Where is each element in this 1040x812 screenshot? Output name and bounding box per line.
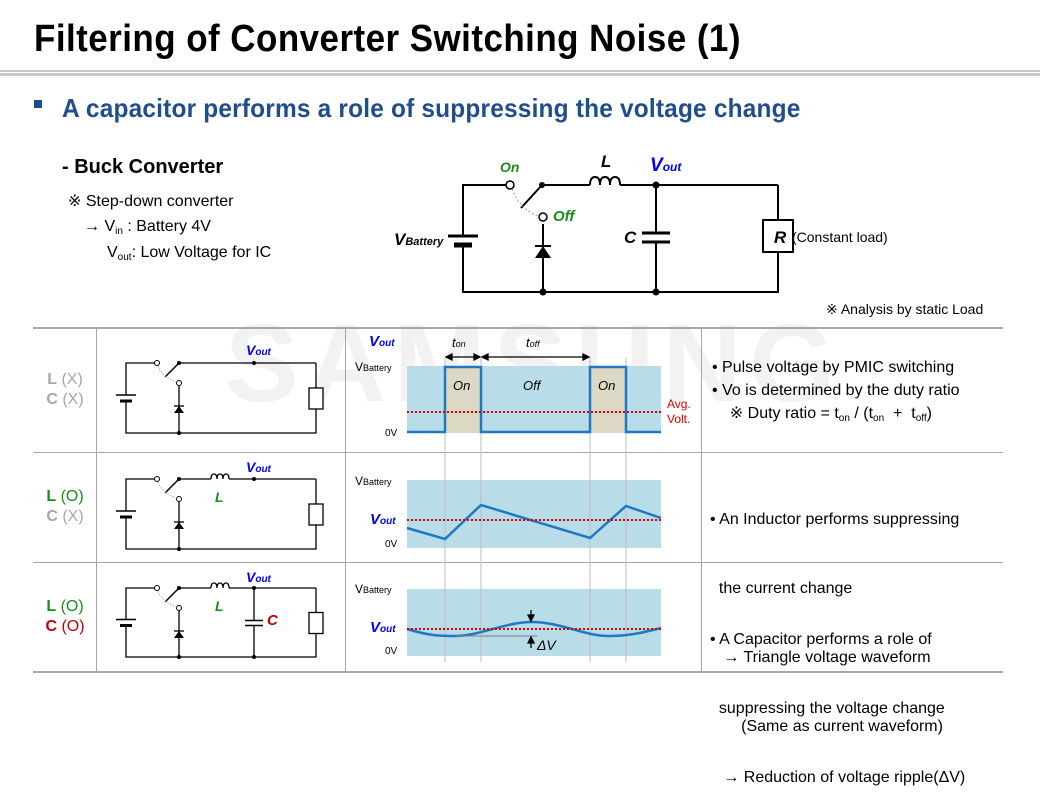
row2-zero-label: 0V: [385, 539, 398, 550]
volt-label: Volt.: [667, 412, 691, 426]
row3-description: • A Capacitor performs a role of suppres…: [710, 582, 965, 812]
row1-vbat-sub: Battery: [363, 363, 392, 373]
row3-wave-vout-sub: out: [380, 624, 396, 635]
duty-sub-on: on: [838, 413, 850, 424]
t-on-sub: on: [455, 339, 466, 349]
row1-vbat-v: V: [355, 360, 364, 374]
row3-wave-vout-v: V: [370, 619, 381, 636]
t-off-sub: off: [529, 339, 540, 349]
row3-vbat-v: V: [355, 582, 364, 596]
duty-sub-on-2: on: [873, 413, 885, 424]
t-off-arrow-right-head: [582, 352, 591, 362]
t-on-label: ton: [452, 335, 466, 350]
avg-volt-label: Avg. Volt.: [667, 397, 691, 427]
row3-zero-label: 0V: [385, 646, 398, 657]
row2-vbat-sub: Battery: [363, 477, 392, 487]
row1-wave-vout-sub: out: [379, 338, 395, 349]
delta-v-label: ΔV: [537, 637, 556, 653]
t-off-label: toff: [526, 335, 540, 350]
row2-vbat-v: V: [355, 474, 364, 488]
row1-zero-label: 0V: [385, 428, 398, 439]
row1-desc-line-1: • Pulse voltage by PMIC switching: [712, 359, 955, 376]
row1-description: • Pulse voltage by PMIC switching • Vo i…: [712, 356, 960, 430]
row2-wave-vout-sub: out: [380, 516, 396, 527]
row1-wave-vout-v: V: [369, 333, 380, 350]
row1-vbattery-label: VBattery: [355, 360, 392, 374]
row3-desc-line-3: → Reduction of voltage ripple(ΔV): [710, 769, 966, 786]
t-off-arrow-left-head: [480, 352, 489, 362]
on-region-label-1: On: [453, 378, 471, 393]
t-on-arrow-right-head: [473, 352, 482, 362]
row2-desc-line-1: • An Inductor performs suppressing: [710, 511, 960, 528]
row1-on-region-1: [445, 366, 481, 433]
row2-wave-vout-v: V: [370, 511, 381, 528]
duty-sub-off: off: [915, 413, 927, 424]
duty-text: ※ Duty ratio = t: [712, 405, 839, 422]
row3-vbat-sub: Battery: [363, 585, 392, 595]
t-on-arrow-left-head: [444, 352, 453, 362]
row3-desc-line-2: suppressing the voltage change: [710, 700, 945, 717]
off-region-label: Off: [523, 378, 541, 393]
row2-wave-vout-label: Vout: [370, 511, 396, 528]
row3-vbattery-label: VBattery: [355, 582, 392, 596]
row1-wave-vout-label: Vout: [369, 333, 395, 350]
row1-on-region-2: [590, 366, 626, 433]
row3-desc-line-1: • A Capacitor performs a role of: [710, 631, 932, 648]
row1-desc-line-3: ※ Duty ratio = ton / (ton + toff): [712, 402, 960, 430]
duty-text-3: + t: [884, 405, 916, 422]
row3-wave-vout-label: Vout: [370, 619, 396, 636]
on-region-label-2: On: [598, 378, 616, 393]
duty-text-2: / (t: [849, 405, 874, 422]
avg-label: Avg.: [667, 397, 691, 411]
duty-close: ): [926, 405, 932, 422]
row1-desc-line-2: • Vo is determined by the duty ratio: [712, 382, 960, 399]
row2-vbattery-label: VBattery: [355, 474, 392, 488]
